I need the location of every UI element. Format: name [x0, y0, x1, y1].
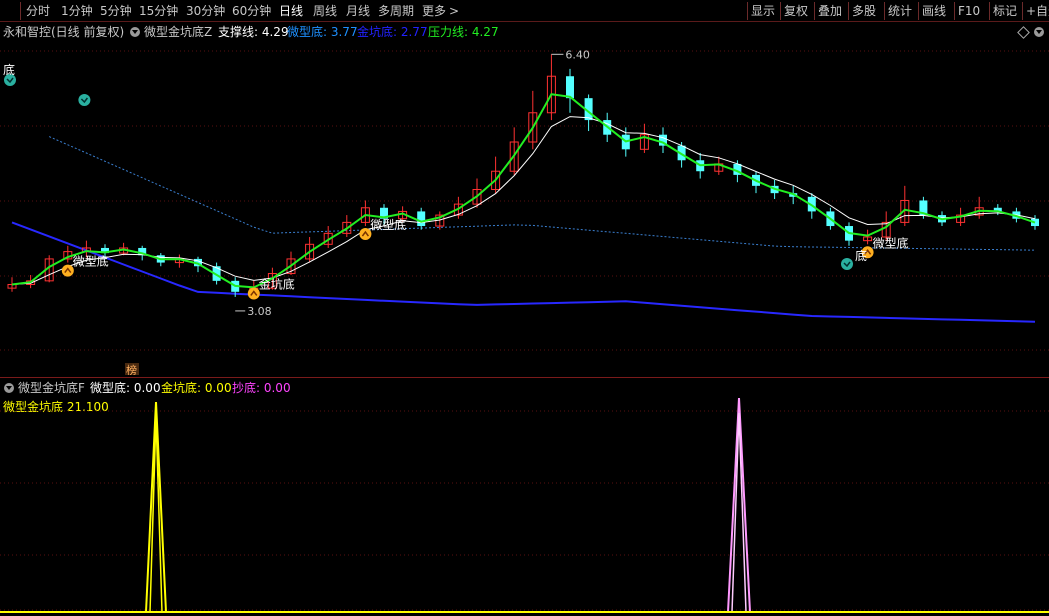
sub-indicator-name[interactable]: 微型金坑底F	[18, 381, 85, 395]
low-price-label: 3.08	[247, 305, 272, 318]
period-tab-4[interactable]: 30分钟	[186, 3, 225, 19]
toolbar-separator	[20, 2, 21, 20]
period-tab-9[interactable]: 多周期	[378, 3, 414, 19]
signal-marker-1: 微型底	[359, 217, 406, 241]
micro-bottom-value: 微型底: 3.77	[287, 25, 358, 39]
candlestick-chart[interactable]: 6.403.08微型底微型底金坑底微型底底底榜	[0, 42, 1049, 375]
teal-signal-marker	[841, 258, 853, 270]
sub-gold-value: 金坑底: 0.00	[161, 381, 232, 395]
toolbar-button-2[interactable]: 叠加	[818, 3, 842, 19]
candle-body	[417, 211, 426, 227]
check-signal-icon	[841, 258, 853, 270]
toolbar-separator	[814, 2, 815, 20]
sub-micro-value: 微型底: 0.00	[90, 381, 161, 395]
check-signal-icon	[78, 94, 91, 106]
micro-bottom-line	[48, 136, 1036, 251]
period-tab-10[interactable]: 更多	[422, 3, 446, 19]
bang-badge[interactable]: 榜	[125, 363, 139, 375]
panel-menu-icon[interactable]	[1034, 27, 1044, 37]
period-tab-8[interactable]: 月线	[346, 3, 370, 19]
partial-signal-label: 底	[855, 248, 867, 263]
bang-badge-text: 榜	[126, 363, 137, 375]
signal-label: 微型底	[370, 217, 406, 232]
period-tab-5[interactable]: 60分钟	[232, 3, 271, 19]
gold-pit-value: 金坑底: 2.77	[357, 25, 428, 39]
candle-body	[566, 76, 574, 99]
signal-label: 金坑底	[259, 276, 295, 291]
period-tab-2[interactable]: 5分钟	[100, 3, 132, 19]
sub-chaodi-value: 抄底: 0.00	[232, 381, 291, 395]
toolbar-separator	[780, 2, 781, 20]
toolbar-separator	[918, 2, 919, 20]
period-toolbar: 分时 1分钟 5分钟 15分钟 30分钟 60分钟 日线 周线 月线 多周期 更多 > 显示 复权 叠加 多股…	[0, 0, 1049, 22]
indicator-dropdown-icon[interactable]	[130, 27, 140, 37]
high-price-label: 6.40	[565, 48, 590, 61]
toolbar-button-6[interactable]: F10	[958, 3, 980, 19]
toolbar-separator	[848, 2, 849, 20]
collapse-diamond-icon[interactable]	[1017, 26, 1030, 39]
support-line-value: 支撑线: 4.29	[218, 25, 289, 39]
partial-signal-label: 底	[3, 62, 15, 77]
toolbar-button-4[interactable]: 统计	[888, 3, 912, 19]
sub-indicator-dropdown-icon[interactable]	[4, 383, 14, 393]
toolbar-separator	[989, 2, 990, 20]
more-arrow-icon[interactable]: >	[449, 3, 459, 19]
toolbar-separator	[954, 2, 955, 20]
period-tab-6[interactable]: 日线	[279, 3, 303, 19]
toolbar-separator	[1022, 2, 1023, 20]
main-indicator-name[interactable]: 微型金坑底Z	[144, 25, 212, 39]
signal-label: 微型底	[873, 235, 909, 250]
toolbar-button-0[interactable]: 显示	[751, 3, 775, 19]
main-indicator-bar: 永和智控(日线 前复权) 微型金坑底Z 支撑线: 4.29 微型底: 3.77 …	[0, 22, 1049, 42]
toolbar-separator	[747, 2, 748, 20]
toolbar-button-1[interactable]: 复权	[784, 3, 808, 19]
toolbar-separator	[884, 2, 885, 20]
toolbar-button-5[interactable]: 画线	[922, 3, 946, 19]
toolbar-button-3[interactable]: 多股	[852, 3, 876, 19]
toolbar-button-8[interactable]: +自选	[1026, 3, 1049, 19]
teal-signal-marker	[78, 94, 91, 106]
stock-title: 永和智控(日线 前复权)	[3, 25, 125, 39]
micro-signal-spike	[145, 401, 167, 613]
period-tab-3[interactable]: 15分钟	[139, 3, 178, 19]
period-tab-7[interactable]: 周线	[313, 3, 337, 19]
signal-label: 微型底	[73, 254, 109, 269]
signal-marker-3: 微型底	[861, 235, 909, 259]
toolbar-button-7[interactable]: 标记	[993, 3, 1017, 19]
signal-subchart[interactable]	[0, 395, 1049, 616]
chaodi-signal-spike	[727, 397, 751, 613]
period-tab-0[interactable]: 分时	[26, 3, 50, 19]
period-tab-1[interactable]: 1分钟	[61, 3, 93, 19]
panel-divider	[0, 377, 1049, 378]
pressure-line	[11, 93, 1036, 289]
pressure-line-value: 压力线: 4.27	[428, 25, 499, 39]
spike-inner	[149, 416, 163, 613]
